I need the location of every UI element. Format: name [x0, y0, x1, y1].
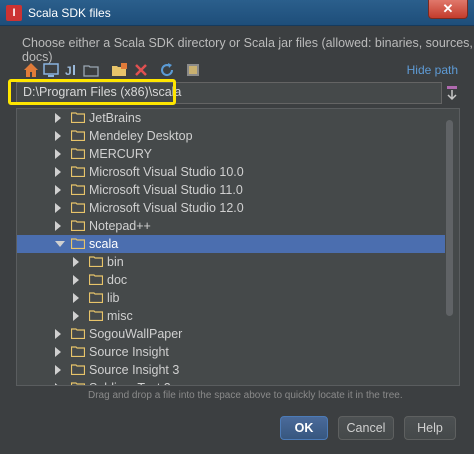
tree-item[interactable]: JetBrains: [17, 109, 447, 127]
help-button[interactable]: Help: [404, 416, 456, 440]
cancel-button[interactable]: Cancel: [338, 416, 394, 440]
folder-icon: [70, 148, 86, 160]
toolbar: J Hide path: [20, 60, 460, 80]
path-history-icon[interactable]: [445, 84, 459, 102]
tree-item[interactable]: Mendeley Desktop: [17, 127, 447, 145]
expand-arrow-right-icon[interactable]: [55, 149, 61, 159]
tree-item-label: Source Insight: [89, 345, 169, 359]
tree-item-label: bin: [107, 255, 124, 269]
folder-icon: [70, 238, 86, 250]
folder-icon: [88, 256, 104, 268]
tree-item-label: MERCURY: [89, 147, 152, 161]
show-hidden-icon[interactable]: [184, 61, 202, 79]
expand-arrow-right-icon[interactable]: [55, 329, 61, 339]
home-icon[interactable]: [22, 61, 40, 79]
folder-icon: [70, 328, 86, 340]
expand-arrow-right-icon[interactable]: [55, 113, 61, 123]
tree-item[interactable]: Microsoft Visual Studio 11.0: [17, 181, 447, 199]
tree-item[interactable]: Source Insight: [17, 343, 447, 361]
path-field[interactable]: [16, 82, 442, 104]
ok-button[interactable]: OK: [280, 416, 328, 440]
tree-item[interactable]: SogouWallPaper: [17, 325, 447, 343]
expand-arrow-down-icon[interactable]: [55, 241, 65, 247]
delete-icon[interactable]: [132, 61, 150, 79]
folder-icon: [88, 310, 104, 322]
tree-item-label: Notepad++: [89, 219, 151, 233]
tree-item-label: Microsoft Visual Studio 12.0: [89, 201, 244, 215]
tree-item-label: doc: [107, 273, 128, 287]
tree-item-label: Microsoft Visual Studio 11.0: [89, 183, 243, 197]
expand-arrow-right-icon[interactable]: [55, 347, 61, 357]
tree-item[interactable]: Microsoft Visual Studio 10.0: [17, 163, 447, 181]
expand-arrow-right-icon[interactable]: [73, 293, 79, 303]
hide-path-link[interactable]: Hide path: [407, 63, 458, 77]
file-tree[interactable]: JetBrains Mendeley Desktop MERCURY Microsof…: [16, 108, 460, 386]
expand-arrow-right-icon[interactable]: [55, 167, 61, 177]
folder-icon: [70, 382, 86, 385]
tree-item-label: Mendeley Desktop: [89, 129, 193, 143]
folder-icon: [70, 220, 86, 232]
tree-item[interactable]: MERCURY: [17, 145, 447, 163]
folder-icon: [70, 112, 86, 124]
tree-item-label: lib: [107, 291, 120, 305]
expand-arrow-right-icon[interactable]: [55, 131, 61, 141]
svg-text:J: J: [65, 64, 72, 78]
expand-arrow-right-icon[interactable]: [55, 365, 61, 375]
expand-arrow-right-icon[interactable]: [73, 257, 79, 267]
folder-icon[interactable]: [82, 61, 100, 79]
expand-arrow-right-icon[interactable]: [55, 221, 61, 231]
desktop-icon[interactable]: [42, 61, 60, 79]
title-bar: I Scala SDK files ✕: [0, 0, 474, 26]
tree-item[interactable]: Source Insight 3: [17, 361, 447, 379]
tree-item-label: JetBrains: [89, 111, 142, 125]
expand-arrow-right-icon[interactable]: [55, 203, 61, 213]
folder-icon: [70, 130, 86, 142]
refresh-icon[interactable]: [158, 61, 176, 79]
tree-item-label: SogouWallPaper: [89, 327, 183, 341]
tree-item[interactable]: Sublime Text 2: [17, 379, 447, 385]
tree-item[interactable]: doc: [17, 271, 447, 289]
folder-icon: [88, 292, 104, 304]
folder-icon: [70, 202, 86, 214]
tree-item[interactable]: bin: [17, 253, 447, 271]
tree-item[interactable]: scala: [17, 235, 445, 253]
tree-item-label: misc: [107, 309, 133, 323]
folder-icon: [70, 364, 86, 376]
app-icon: I: [6, 5, 22, 21]
expand-arrow-right-icon[interactable]: [73, 275, 79, 285]
tree-item[interactable]: Notepad++: [17, 217, 447, 235]
folder-icon: [88, 274, 104, 286]
folder-icon: [70, 166, 86, 178]
tree-scrollbar[interactable]: [446, 120, 453, 316]
folder-icon: [70, 184, 86, 196]
close-button[interactable]: ✕: [428, 0, 468, 19]
tree-item-label: scala: [89, 237, 119, 251]
tree-item[interactable]: lib: [17, 289, 447, 307]
project-icon[interactable]: J: [62, 61, 80, 79]
tree-item-label: Sublime Text 2: [89, 381, 171, 385]
drag-drop-hint: Drag and drop a file into the space abov…: [88, 390, 403, 401]
new-folder-icon[interactable]: [110, 61, 128, 79]
tree-item[interactable]: Microsoft Visual Studio 12.0: [17, 199, 447, 217]
window-title: Scala SDK files: [28, 6, 111, 20]
tree-item-label: Source Insight 3: [89, 363, 180, 377]
expand-arrow-right-icon[interactable]: [55, 185, 61, 195]
folder-icon: [70, 346, 86, 358]
tree-item[interactable]: misc: [17, 307, 447, 325]
expand-arrow-right-icon[interactable]: [55, 383, 61, 385]
expand-arrow-right-icon[interactable]: [73, 311, 79, 321]
path-input[interactable]: [23, 85, 433, 99]
tree-item-label: Microsoft Visual Studio 10.0: [89, 165, 244, 179]
